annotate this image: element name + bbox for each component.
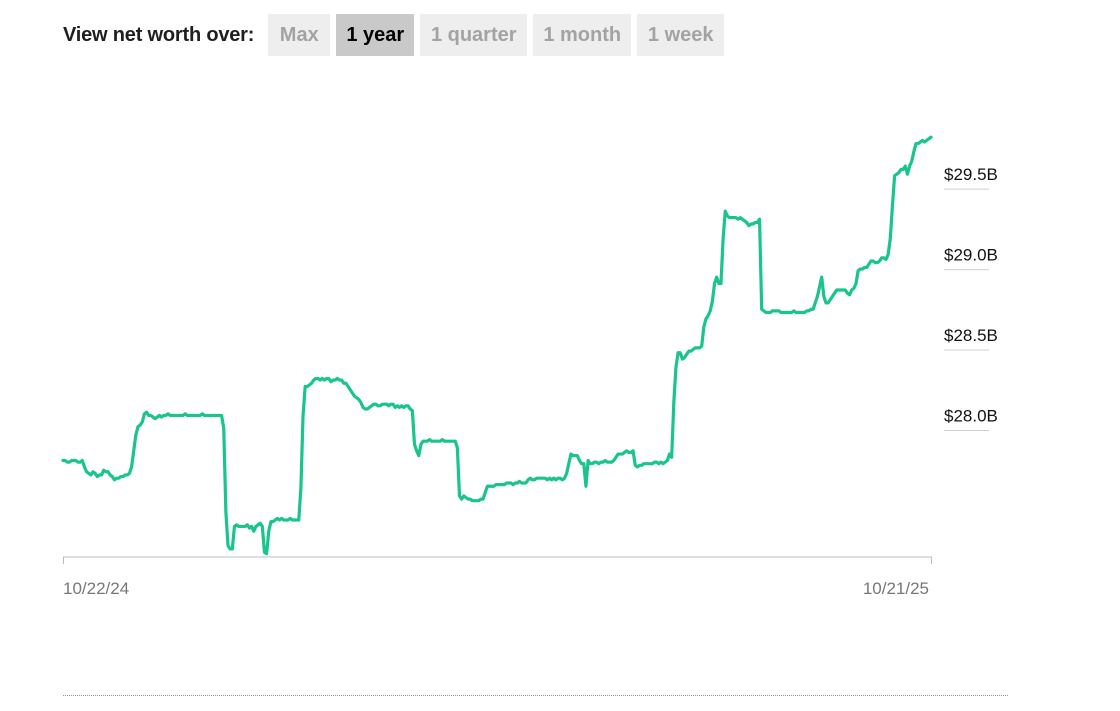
y-tick-label: $29.5B — [944, 165, 998, 184]
x-tick-label: 10/22/24 — [63, 579, 129, 598]
y-tick-label: $28.0B — [944, 406, 998, 425]
net-worth-chart[interactable]: 10/22/24 10/21/25 $28.0B $28.5B $29.0B $29.5B — [0, 0, 1120, 711]
y-tick-label: $28.5B — [944, 326, 998, 345]
y-tick-label: $29.0B — [944, 246, 998, 265]
x-tick-label: 10/21/25 — [863, 579, 929, 598]
bottom-divider — [63, 695, 1008, 696]
net-worth-line — [61, 135, 933, 556]
